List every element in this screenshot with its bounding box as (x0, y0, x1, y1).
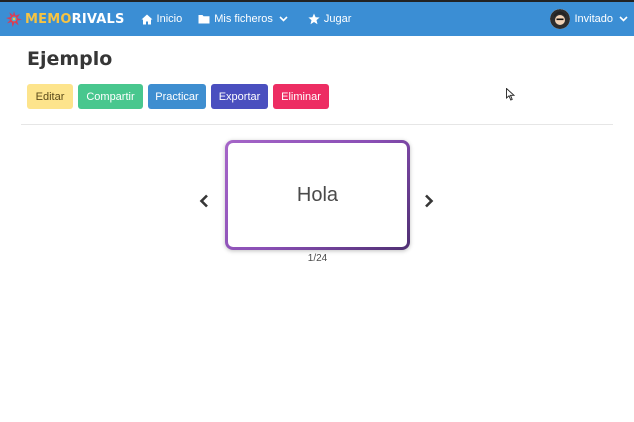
nav-files-label: Mis ficheros (214, 13, 273, 25)
card-counter: 1/24 (307, 253, 328, 264)
brand-rivals-text: RIVALS (71, 11, 125, 27)
previous-card-arrow-icon[interactable] (199, 194, 209, 208)
chevron-down-icon (279, 16, 288, 22)
practice-button[interactable]: Practicar (148, 84, 206, 109)
deck-toolbar: Editar Compartir Practicar Exportar Elim… (27, 84, 334, 109)
user-avatar-icon (550, 9, 571, 29)
delete-button[interactable]: Eliminar (273, 84, 329, 109)
next-card-arrow-icon[interactable] (424, 194, 434, 208)
edit-button[interactable]: Editar (27, 84, 73, 109)
nav-home[interactable]: Inicio (141, 2, 183, 36)
brand-name: MEMORIVALS (25, 12, 125, 27)
nav-files[interactable]: Mis ficheros (198, 2, 292, 36)
share-button[interactable]: Compartir (78, 84, 143, 109)
home-icon (141, 14, 153, 24)
section-divider (21, 124, 613, 125)
nav-home-label: Inicio (156, 13, 183, 25)
nav-play[interactable]: Jugar (308, 2, 352, 36)
memorivals-logo-icon (6, 11, 22, 27)
flashcard[interactable]: Hola (225, 140, 410, 250)
brand-memo-text: MEMO (25, 11, 72, 27)
flashcard-text: Hola (296, 183, 339, 206)
folder-icon (198, 15, 210, 24)
page-title: Ejemplo (27, 48, 113, 70)
user-menu[interactable]: Invitado (550, 2, 628, 36)
flashcard-face: Hola (228, 143, 407, 247)
export-button[interactable]: Exportar (211, 84, 268, 109)
chevron-down-icon (619, 16, 628, 22)
star-icon (308, 13, 320, 25)
user-name: Invitado (574, 13, 613, 25)
nav-play-label: Jugar (323, 13, 352, 25)
mouse-cursor-icon (506, 88, 515, 101)
top-navbar: MEMORIVALS Inicio Mis ficheros Jugar Inv… (0, 0, 634, 36)
brand-link[interactable]: MEMORIVALS (6, 2, 125, 36)
